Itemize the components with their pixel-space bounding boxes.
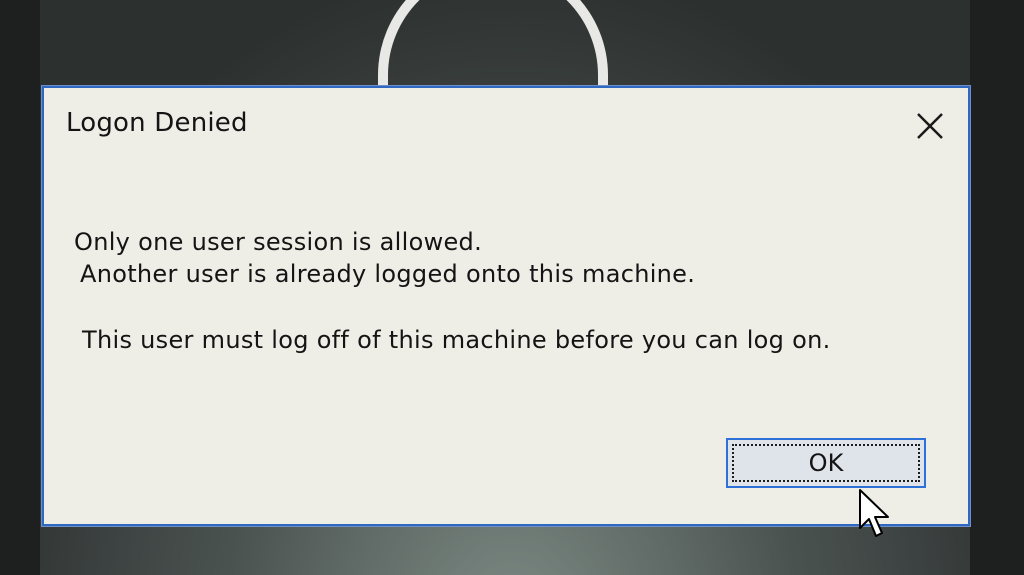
background-tree bbox=[0, 0, 40, 575]
background-tree bbox=[970, 0, 1024, 575]
ok-button-label: OK bbox=[808, 449, 844, 477]
message-line-1: Only one user session is allowed. bbox=[74, 228, 483, 256]
close-icon bbox=[917, 113, 943, 139]
message-line-3: This user must log off of this machine b… bbox=[82, 326, 831, 354]
mouse-cursor-icon bbox=[859, 489, 889, 537]
close-button[interactable] bbox=[910, 106, 950, 146]
message-line-2: Another user is already logged onto this… bbox=[80, 260, 696, 288]
lock-screen-background: Logon Denied Only one user session is al… bbox=[0, 0, 1024, 575]
dialog-title: Logon Denied bbox=[66, 108, 248, 138]
logon-denied-dialog: Logon Denied Only one user session is al… bbox=[42, 86, 970, 526]
ok-button[interactable]: OK bbox=[726, 438, 926, 488]
